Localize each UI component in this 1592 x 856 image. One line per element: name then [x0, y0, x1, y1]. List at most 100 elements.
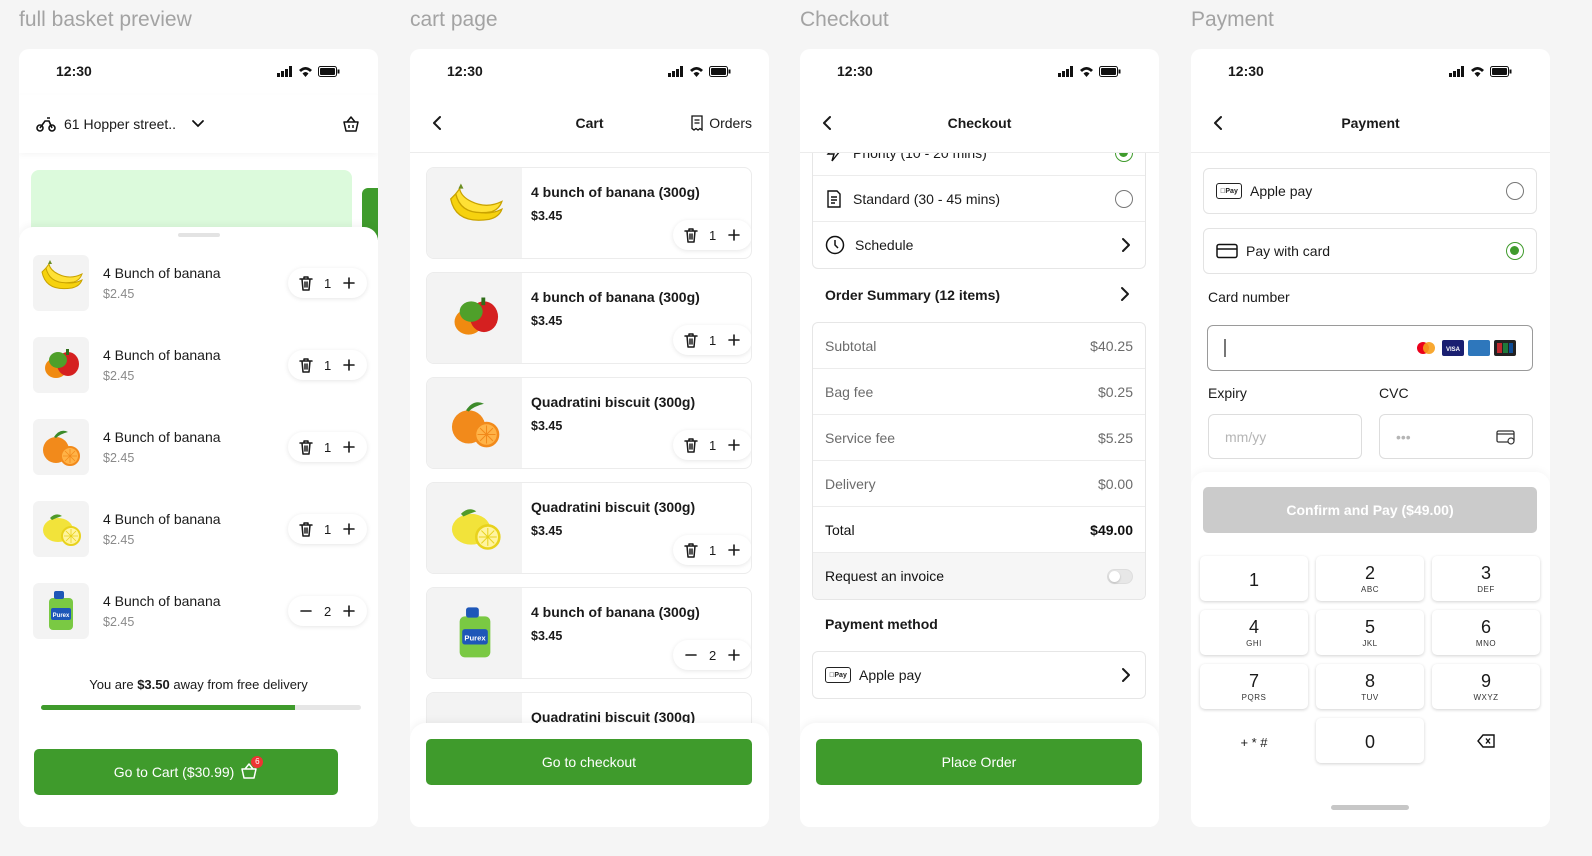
keypad-key[interactable]: 8 TUV — [1316, 664, 1424, 709]
delivery-fee-value: $0.00 — [1097, 475, 1133, 492]
cart-item[interactable]: 4 bunch of banana (300g) $3.45 1 — [426, 167, 752, 259]
invoice-toggle[interactable] — [1107, 568, 1133, 584]
chevron-right-icon[interactable] — [1116, 286, 1132, 302]
trash-icon[interactable] — [683, 332, 699, 348]
keypad-key[interactable]: + * # — [1200, 718, 1308, 763]
bag-fee-label: Bag fee — [825, 383, 874, 400]
visa-icon: VISA — [1442, 340, 1464, 356]
trash-icon[interactable] — [298, 521, 314, 537]
signal-icon — [1449, 66, 1464, 77]
backspace-key[interactable] — [1432, 718, 1540, 763]
order-summary-link[interactable]: Order Summary (12 items) — [825, 287, 1000, 303]
orders-link[interactable]: Orders — [690, 115, 752, 131]
plus-icon[interactable] — [726, 647, 742, 663]
card-number-input[interactable]: VISA — [1207, 325, 1533, 371]
status-time: 12:30 — [447, 63, 483, 79]
basket-item[interactable]: 4 Bunch of banana $2.45 1 — [33, 255, 368, 311]
apple-pay-icon: Pay — [1216, 183, 1242, 199]
basket-sheet: 4 Bunch of banana $2.45 1 4 Bunch of ban… — [19, 227, 378, 827]
cart-item-name: Quadratini biscuit (300g) — [531, 394, 696, 410]
apple-pay-label: Apple pay — [1250, 183, 1313, 199]
lemon-image — [427, 483, 522, 573]
basket-item[interactable]: 4 Bunch of banana $2.45 1 — [33, 337, 368, 393]
plus-icon[interactable] — [726, 332, 742, 348]
standard-radio[interactable] — [1115, 189, 1133, 208]
keypad-key[interactable]: 2 ABC — [1316, 556, 1424, 601]
trash-icon[interactable] — [298, 275, 314, 291]
delivery-option-standard[interactable]: Standard (30 - 45 mins) — [813, 176, 1145, 222]
cart-item[interactable]: 4 bunch of banana (300g) $3.45 1 — [426, 272, 752, 364]
trash-icon[interactable] — [298, 439, 314, 455]
trash-icon[interactable] — [298, 357, 314, 373]
minus-icon[interactable] — [683, 647, 699, 663]
payment-method-row[interactable]: Pay Apple pay — [813, 652, 1145, 698]
plus-icon[interactable] — [726, 542, 742, 558]
plus-icon[interactable] — [726, 437, 742, 453]
place-order-label: Place Order — [941, 754, 1017, 770]
expiry-input[interactable]: mm/yy — [1208, 414, 1362, 459]
keypad-key[interactable]: 7 PQRS — [1200, 664, 1308, 709]
cart-item-price: $3.45 — [531, 524, 563, 538]
basket-item[interactable]: 4 Bunch of banana $2.45 1 — [33, 419, 368, 475]
delivery-progress-bar — [41, 705, 361, 710]
plus-icon[interactable] — [341, 357, 357, 373]
payment-method-card[interactable]: Pay Apple pay — [812, 651, 1146, 699]
delivery-option-schedule[interactable]: Schedule — [813, 222, 1145, 268]
quantity-stepper: 1 — [288, 268, 368, 298]
address-label[interactable]: 61 Hopper street.. — [64, 116, 176, 132]
keypad-key[interactable]: 4 GHI — [1200, 610, 1308, 655]
plus-icon[interactable] — [341, 521, 357, 537]
keypad-key[interactable]: 1 — [1200, 556, 1308, 601]
basket-icon[interactable] — [341, 114, 361, 134]
basket-item-name: 4 Bunch of banana — [103, 347, 221, 363]
cart-item[interactable]: Quadratini biscuit (300g) $3.45 1 — [426, 377, 752, 469]
plus-icon[interactable] — [341, 275, 357, 291]
keypad-key[interactable]: 9 WXYZ — [1432, 664, 1540, 709]
trash-icon[interactable] — [683, 437, 699, 453]
delivery-progress-fill — [41, 705, 296, 710]
basket-item[interactable]: 4 Bunch of banana $2.45 2 — [33, 583, 368, 639]
chevron-right-icon — [1122, 668, 1130, 682]
phone-payment: 12:30 Payment Pay Apple pay Pay with ca… — [1191, 49, 1550, 827]
place-order-button[interactable]: Place Order — [816, 739, 1142, 785]
cvc-input[interactable]: ••• — [1379, 414, 1533, 459]
invoice-label: Request an invoice — [825, 568, 945, 584]
quantity-stepper: 2 — [673, 640, 751, 670]
keypad-key[interactable]: 5 JKL — [1316, 610, 1424, 655]
go-to-checkout-button[interactable]: Go to checkout — [426, 739, 752, 785]
phone-checkout: 12:30 Priority (10 - 20 mins) Standard (… — [800, 49, 1159, 827]
sheet-handle[interactable] — [178, 233, 220, 237]
key-number: 5 — [1364, 617, 1375, 637]
pay-with-card-radio[interactable] — [1506, 242, 1524, 260]
basket-item-name: 4 Bunch of banana — [103, 429, 221, 445]
status-time: 12:30 — [1228, 63, 1264, 79]
apple-pay-option[interactable]: Pay Apple pay — [1203, 168, 1537, 214]
minus-icon[interactable] — [298, 603, 314, 619]
go-to-checkout-label: Go to checkout — [541, 754, 637, 770]
chevron-down-icon[interactable] — [191, 117, 205, 131]
plus-icon[interactable] — [726, 227, 742, 243]
keypad-key[interactable]: 3 DEF — [1432, 556, 1540, 601]
confirm-and-pay-button[interactable]: Confirm and Pay ($49.00) — [1203, 487, 1537, 533]
keypad-key[interactable]: 6 MNO — [1432, 610, 1540, 655]
delivery-suffix: away from free delivery — [173, 677, 308, 692]
delivery-prefix: You are — [89, 677, 134, 692]
basket-item[interactable]: 4 Bunch of banana $2.45 1 — [33, 501, 368, 557]
text-cursor — [1224, 339, 1226, 357]
go-to-cart-button[interactable]: Go to Cart ($30.99) 6 — [34, 749, 338, 795]
cart-item[interactable]: Quadratini biscuit (300g) $3.45 1 — [426, 482, 752, 574]
delivery-amount: $3.50 — [137, 677, 170, 692]
home-indicator — [1331, 805, 1409, 810]
subtotal-value: $40.25 — [1090, 337, 1133, 354]
cart-item[interactable]: 4 bunch of banana (300g) $3.45 2 — [426, 587, 752, 679]
key-number: 1 — [1248, 570, 1259, 590]
pay-with-card-option[interactable]: Pay with card — [1203, 228, 1537, 274]
plus-icon[interactable] — [341, 603, 357, 619]
plus-icon[interactable] — [341, 439, 357, 455]
trash-icon[interactable] — [683, 542, 699, 558]
quantity-value: 1 — [324, 439, 332, 455]
quantity-value: 1 — [709, 542, 717, 558]
trash-icon[interactable] — [683, 227, 699, 243]
keypad-key[interactable]: 0 — [1316, 718, 1424, 763]
apple-pay-radio[interactable] — [1506, 182, 1524, 200]
